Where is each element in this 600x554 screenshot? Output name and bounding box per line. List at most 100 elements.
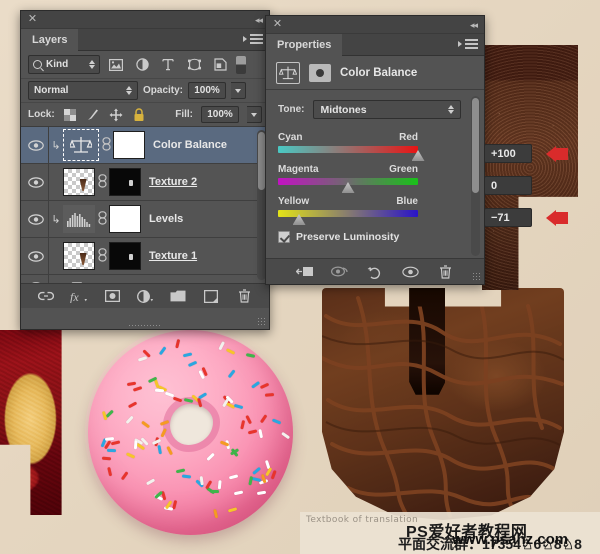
layer-thumbnail[interactable] (63, 168, 95, 196)
brownie-letter-topright (482, 45, 578, 290)
tone-select[interactable]: Midtones (313, 100, 462, 119)
reset-icon[interactable] (366, 263, 384, 281)
slider-right-label: Blue (396, 196, 418, 207)
slider-value-input[interactable]: +100 (484, 144, 532, 163)
slider-track[interactable] (278, 146, 425, 161)
panel-drag-handle[interactable] (128, 324, 162, 328)
lock-transparency-icon[interactable] (63, 107, 78, 122)
link-mask-icon[interactable] (95, 247, 109, 265)
layer-thumbnail-selected-frame[interactable] (63, 129, 99, 161)
close-icon[interactable]: ✕ (27, 14, 38, 25)
slider-right-label: Red (399, 132, 418, 143)
layer-visibility-icon[interactable] (23, 200, 49, 238)
slider-handle[interactable] (292, 214, 306, 225)
slider-track[interactable] (278, 178, 418, 193)
lock-image-icon[interactable] (86, 107, 101, 122)
watermark-url: www.psahz.com (452, 531, 569, 548)
svg-text:fx: fx (70, 290, 79, 303)
pink-donut (85, 327, 296, 538)
preserve-luminosity-checkbox[interactable]: Preserve Luminosity (278, 231, 472, 243)
layer-visibility-icon[interactable] (23, 163, 49, 201)
layer-name[interactable]: Color Balance (153, 139, 227, 151)
layer-group-letter-u[interactable]: ▼ LETTER U (21, 274, 269, 284)
link-layers-icon[interactable] (37, 287, 55, 305)
new-adjustment-icon[interactable] (136, 287, 154, 305)
levels-histogram-icon (67, 213, 91, 227)
add-mask-icon[interactable] (103, 287, 121, 305)
fill-input[interactable]: 100% (201, 106, 239, 123)
opacity-dropdown-icon[interactable] (231, 82, 247, 99)
layer-list[interactable]: ↳ Color Balance Texture 2 ↳ Levels Textu… (21, 127, 269, 283)
clip-to-layer-icon[interactable] (296, 263, 314, 281)
color-balance-scales-icon (276, 61, 300, 84)
layer-row-levels[interactable]: ↳ Levels (21, 200, 269, 238)
slider-left-label: Magenta (278, 164, 319, 175)
pixel-filter-icon[interactable] (106, 56, 126, 74)
layer-visibility-icon[interactable] (23, 237, 49, 275)
layer-row-texture-2[interactable]: Texture 2 (21, 163, 269, 201)
adjustment-filter-icon[interactable] (132, 56, 152, 74)
collapse-to-icons-icon[interactable]: ◂◂ (255, 15, 263, 26)
layer-row-texture-1[interactable]: Texture 1 (21, 237, 269, 275)
type-filter-icon[interactable] (158, 56, 178, 74)
checkmark-icon (278, 231, 290, 243)
opacity-input[interactable]: 100% (188, 82, 227, 99)
shape-filter-icon[interactable] (184, 56, 204, 74)
layer-mask-thumbnail[interactable] (109, 168, 141, 196)
layer-name[interactable]: Texture 1 (149, 250, 197, 262)
layer-mask-thumbnail[interactable] (109, 242, 141, 270)
blend-mode-select[interactable]: Normal (28, 81, 138, 100)
smartobject-filter-icon[interactable] (210, 56, 230, 74)
collapse-to-icons-icon[interactable]: ◂◂ (470, 20, 478, 31)
layer-name[interactable]: Texture 2 (149, 176, 197, 188)
filter-kind-select[interactable]: Kind (28, 55, 100, 74)
layer-mask-thumbnail[interactable] (113, 131, 145, 159)
slider-value-input[interactable]: 0 (484, 176, 532, 195)
link-mask-icon[interactable] (95, 210, 109, 228)
resize-grip[interactable] (472, 272, 480, 280)
slider-yellow-blue: Yellow Blue −71 (278, 196, 568, 227)
tab-layers[interactable]: Layers (21, 29, 79, 51)
view-previous-state-icon[interactable] (331, 263, 349, 281)
delete-adjustment-icon[interactable] (436, 263, 454, 281)
resize-grip[interactable] (257, 317, 265, 325)
layer-thumbnail[interactable] (63, 205, 95, 233)
layer-mask-thumbnail[interactable] (109, 205, 141, 233)
fill-dropdown-icon[interactable] (247, 106, 262, 123)
slider-handle[interactable] (411, 150, 425, 161)
slider-value-input[interactable]: −71 (484, 208, 532, 227)
panel-menu-icon[interactable] (458, 39, 478, 51)
properties-panel-footer (266, 258, 484, 284)
new-group-icon[interactable] (169, 287, 187, 305)
layer-style-fx-icon[interactable]: fx (70, 287, 88, 305)
layers-scrollbar-thumb[interactable] (258, 132, 265, 190)
panel-menu-icon[interactable] (243, 34, 263, 46)
delete-layer-icon[interactable] (235, 287, 253, 305)
layer-row-color-balance[interactable]: ↳ Color Balance (21, 127, 269, 164)
adjustment-title: Color Balance (340, 66, 418, 79)
layer-group-name[interactable]: LETTER U (89, 282, 144, 284)
properties-body: Tone: Midtones Cyan Red +100 Magenta Gre… (266, 90, 568, 275)
chevron-updown-icon (126, 86, 132, 95)
layer-thumbnail[interactable] (63, 242, 95, 270)
toggle-visibility-icon[interactable] (401, 263, 419, 281)
link-mask-icon[interactable] (95, 173, 109, 191)
layer-name[interactable]: Levels (149, 213, 183, 225)
layer-mask-thumbnail-icon[interactable] (309, 63, 331, 82)
properties-scrollbar[interactable] (471, 96, 480, 256)
layer-visibility-icon[interactable] (23, 274, 49, 283)
opacity-label: Opacity: (143, 85, 184, 96)
lock-position-icon[interactable] (109, 107, 124, 122)
letter-u-notch (409, 288, 446, 395)
slider-handle[interactable] (341, 182, 355, 193)
filter-enable-toggle[interactable] (236, 55, 246, 74)
tab-properties[interactable]: Properties (266, 34, 343, 56)
layer-visibility-icon[interactable] (23, 127, 49, 164)
link-mask-icon[interactable] (99, 136, 113, 154)
lock-label: Lock: (28, 109, 55, 120)
close-icon[interactable]: ✕ (272, 19, 283, 30)
new-layer-icon[interactable] (202, 287, 220, 305)
slider-track[interactable] (278, 210, 418, 225)
lock-all-icon[interactable] (132, 107, 147, 122)
properties-scrollbar-thumb[interactable] (472, 98, 479, 193)
